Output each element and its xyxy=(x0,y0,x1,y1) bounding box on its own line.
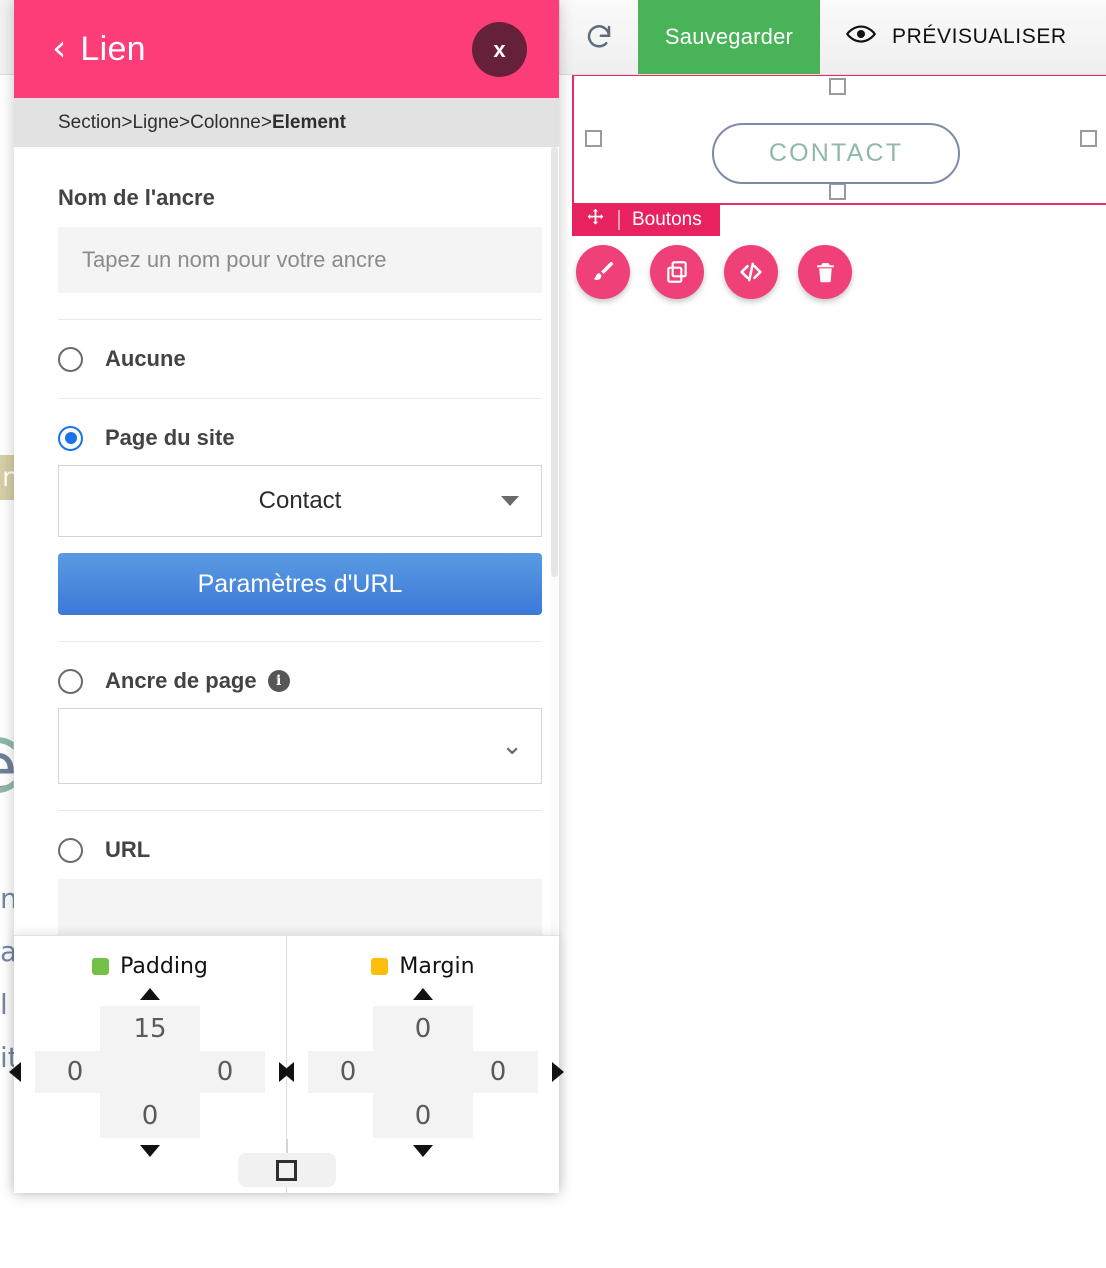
option-site-page-label: Page du site xyxy=(105,425,235,450)
padding-decrease-left-arrow[interactable] xyxy=(9,1062,21,1082)
option-url-label: URL xyxy=(105,837,151,862)
copy-icon[interactable] xyxy=(650,245,704,299)
divider-1 xyxy=(58,319,542,320)
panel-scrollbar[interactable] xyxy=(551,147,558,937)
code-icon[interactable] xyxy=(724,245,778,299)
margin-label: Margin xyxy=(399,954,475,979)
padding-increase-bottom-arrow[interactable] xyxy=(140,1145,160,1157)
option-site-page[interactable]: Page du site xyxy=(58,425,559,451)
breadcrumb-colonne[interactable]: Colonne xyxy=(190,112,261,134)
square-icon xyxy=(276,1159,297,1181)
margin-color-swatch xyxy=(371,958,389,975)
divider-2 xyxy=(58,398,542,399)
breadcrumb-sep-2: > xyxy=(178,111,191,133)
site-page-select-value: Contact xyxy=(258,487,342,514)
close-button[interactable]: x xyxy=(472,22,527,77)
margin-bottom-value[interactable]: 0 xyxy=(373,1093,473,1138)
trash-icon[interactable] xyxy=(798,245,852,299)
breadcrumb-section[interactable]: Section xyxy=(58,112,121,134)
resize-handle-left[interactable] xyxy=(585,130,602,147)
margin-increase-top-arrow[interactable] xyxy=(413,988,433,1000)
selected-element-tag[interactable]: Boutons xyxy=(572,204,720,236)
anchor-name-label: Nom de l'ancre xyxy=(58,185,215,210)
breadcrumb: Section > Ligne > Colonne > Element xyxy=(14,98,559,147)
margin-decrease-left-arrow[interactable] xyxy=(282,1062,294,1082)
option-none-label: Aucune xyxy=(105,346,186,371)
panel-title: Lien xyxy=(80,29,146,68)
panel-header: ‹ Lien x xyxy=(14,0,559,98)
radio-page-anchor[interactable] xyxy=(58,668,83,694)
padding-bottom-value[interactable]: 0 xyxy=(100,1093,200,1138)
option-page-anchor-label: Ancre de page i xyxy=(105,668,290,694)
margin-left-value[interactable]: 0 xyxy=(308,1051,388,1093)
margin-title: Margin xyxy=(371,954,475,979)
breadcrumb-ligne[interactable]: Ligne xyxy=(132,112,179,134)
resize-handle-bottom[interactable] xyxy=(829,183,846,200)
padding-right-value[interactable]: 0 xyxy=(185,1051,265,1093)
page-anchor-text: Ancre de page xyxy=(105,668,257,693)
chevron-left-icon[interactable]: ‹ xyxy=(52,31,66,67)
anchor-name-input[interactable]: Tapez un nom pour votre ancre xyxy=(58,227,542,293)
site-page-select[interactable]: Contact xyxy=(58,465,542,537)
padding-increase-top-arrow[interactable] xyxy=(140,988,160,1000)
url-input[interactable] xyxy=(58,879,542,941)
padding-cross: 15 0 0 0 xyxy=(9,1006,291,1138)
margin-top-value[interactable]: 0 xyxy=(373,1006,473,1051)
margin-increase-right-arrow[interactable] xyxy=(552,1062,564,1082)
breadcrumb-sep-1: > xyxy=(121,111,133,133)
eye-icon xyxy=(845,23,877,51)
breadcrumb-sep-3: > xyxy=(260,111,272,133)
spacing-panel: Padding 15 0 0 0 Margin 0 0 0 0 xyxy=(9,935,564,1193)
option-none[interactable]: Aucune xyxy=(58,346,559,372)
padding-color-swatch xyxy=(92,958,110,975)
margin-increase-bottom-arrow[interactable] xyxy=(413,1145,433,1157)
page-anchor-select[interactable]: ⌄ xyxy=(58,708,542,784)
margin-cross: 0 0 0 0 xyxy=(282,1006,564,1138)
spacing-collapse-tab[interactable] xyxy=(237,1153,336,1187)
radio-site-page[interactable] xyxy=(58,425,83,451)
element-action-bar xyxy=(576,245,852,299)
resize-handle-top[interactable] xyxy=(829,78,846,95)
padding-left-value[interactable]: 0 xyxy=(35,1051,115,1093)
option-url[interactable]: URL xyxy=(58,837,559,863)
chevron-down-icon-2: ⌄ xyxy=(501,731,523,761)
divider-4 xyxy=(58,810,542,811)
spacing-tab-stem xyxy=(285,1139,288,1153)
save-button[interactable]: Sauvegarder xyxy=(638,0,820,74)
move-icon[interactable] xyxy=(585,207,606,234)
refresh-icon[interactable] xyxy=(560,0,638,74)
resize-handle-right[interactable] xyxy=(1080,130,1097,147)
radio-none[interactable] xyxy=(58,346,83,372)
brush-icon[interactable] xyxy=(576,245,630,299)
breadcrumb-element[interactable]: Element xyxy=(272,112,346,134)
margin-right-value[interactable]: 0 xyxy=(458,1051,538,1093)
contact-button[interactable]: CONTACT xyxy=(712,123,960,184)
padding-label: Padding xyxy=(120,954,208,979)
panel-scrollbar-thumb[interactable] xyxy=(551,147,558,577)
selected-element-label: Boutons xyxy=(632,209,702,230)
url-parameters-button[interactable]: Paramètres d'URL xyxy=(58,553,542,615)
chevron-down-icon xyxy=(501,496,519,506)
page-side-fragment-3: l xyxy=(0,988,8,1021)
preview-label: PRÉVISUALISER xyxy=(892,25,1067,48)
padding-title: Padding xyxy=(92,954,208,979)
divider-3 xyxy=(58,641,542,642)
padding-top-value[interactable]: 15 xyxy=(100,1006,200,1051)
option-page-anchor[interactable]: Ancre de page i xyxy=(58,668,559,694)
preview-button[interactable]: PRÉVISUALISER xyxy=(820,0,1106,74)
radio-url[interactable] xyxy=(58,837,83,863)
info-icon[interactable]: i xyxy=(267,670,290,692)
tag-divider xyxy=(618,210,620,230)
